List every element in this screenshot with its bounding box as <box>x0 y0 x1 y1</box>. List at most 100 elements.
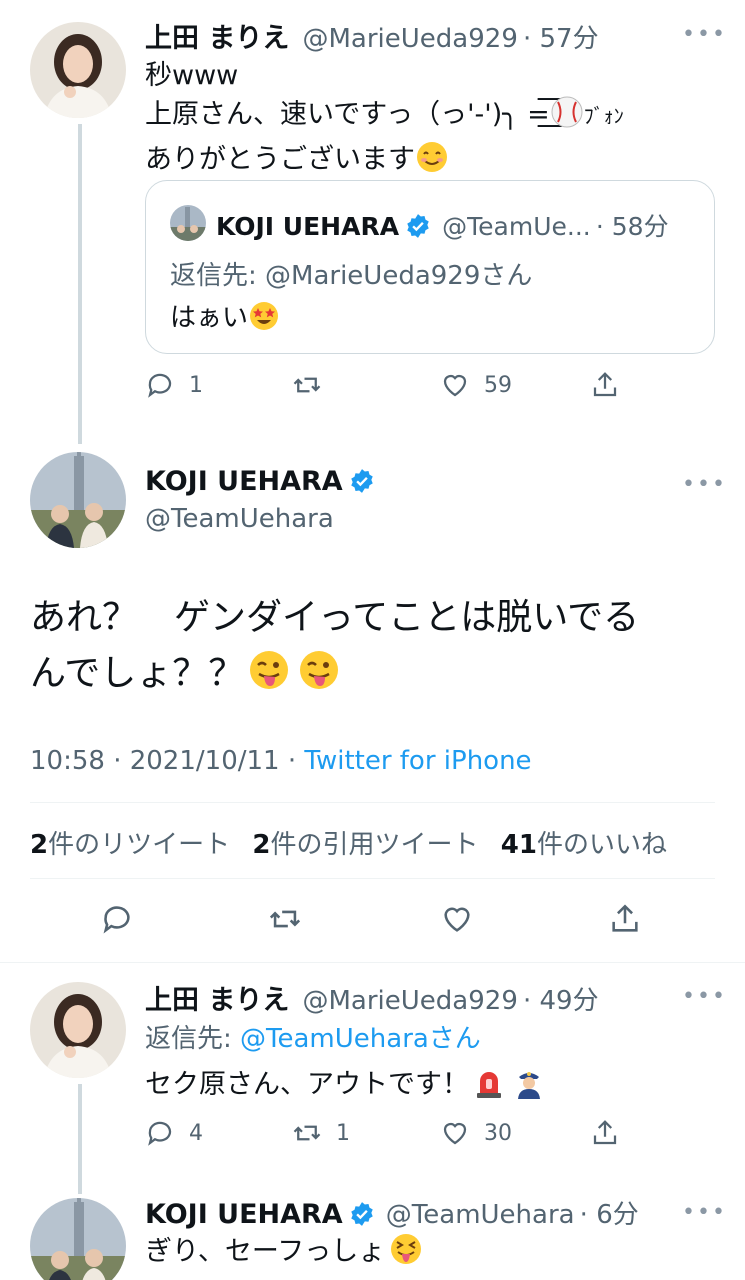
reply-icon <box>148 373 172 398</box>
main-author-handle[interactable]: @TeamUehara <box>145 504 334 534</box>
more-options-icon[interactable]: ••• <box>682 1200 727 1225</box>
winking-tongue-emoji-icon <box>298 649 340 708</box>
tweet-line: 秒www <box>145 60 239 91</box>
reply-text: セク原さん、アウトです！ <box>145 1069 469 1100</box>
quote-header: KOJI UEHARA @TeamUe... · 58分 <box>216 207 669 243</box>
timestamp-row: 10:58 · 2021/10/11 · Twitter for iPhone <box>30 746 532 776</box>
quote-author-name: KOJI UEHARA <box>216 212 400 241</box>
tweet-line: ありがとうございます <box>145 140 624 185</box>
likes-stat[interactable]: 41件のいいね <box>501 830 667 860</box>
engagement-stats: 2件のリツイート 2件の引用ツイート 41件のいいね <box>30 824 667 861</box>
retweet-button[interactable] <box>292 370 336 400</box>
share-icon <box>593 1120 617 1145</box>
reply-handle-link[interactable]: @TeamUeharaさん <box>240 1024 481 1054</box>
main-tweet-text: あれ？ ゲンダイってことは脱いでる んでしょ？？ <box>30 590 639 708</box>
reply1-header: 上田 まりえ @MarieUeda929 · 49分 <box>145 978 599 1017</box>
author-handle[interactable]: @TeamUehara <box>386 1200 575 1230</box>
author-name[interactable]: 上田 まりえ <box>145 985 289 1016</box>
avatar-koji[interactable] <box>30 1198 126 1280</box>
winking-tongue-emoji-icon <box>248 649 290 708</box>
author-handle[interactable]: @MarieUeda929 <box>303 986 518 1016</box>
heart-icon <box>443 1122 467 1145</box>
thread-line <box>78 124 82 444</box>
like-count: 59 <box>484 372 512 398</box>
main-reply-button[interactable] <box>100 902 134 936</box>
tweet-time[interactable]: · 49分 <box>523 986 599 1016</box>
source-link[interactable]: Twitter for iPhone <box>304 746 531 776</box>
quote-text-content: はぁい <box>170 303 249 333</box>
tweet1-header: 上田 まりえ @MarieUeda929 · 57分 <box>145 16 599 55</box>
reply-handle: @MarieUeda929さん <box>265 261 533 291</box>
retweet-button[interactable]: 1 <box>292 1118 350 1148</box>
tweet-line-tail: ﾌﾞｫﾝ <box>583 104 624 128</box>
reply2-text: ぎり、セーフっしょ <box>145 1232 423 1277</box>
like-count: 30 <box>484 1120 512 1146</box>
reply-to: 返信先: @TeamUeharaさん <box>145 1018 481 1055</box>
more-options-icon[interactable]: ••• <box>682 984 727 1009</box>
heart-icon <box>443 374 467 397</box>
police-officer-icon <box>513 1067 545 1110</box>
reply1-text: セク原さん、アウトです！ <box>145 1066 545 1110</box>
main-line: んでしょ？？ <box>30 646 639 708</box>
retweets-stat[interactable]: 2件のリツイート <box>30 830 230 860</box>
reply2-header: KOJI UEHARA @TeamUehara · 6分 <box>145 1194 639 1231</box>
timestamp[interactable]: 10:58 · 2021/10/11 · <box>30 746 296 776</box>
share-button[interactable] <box>590 370 620 400</box>
reply-count: 4 <box>189 1120 203 1146</box>
quote-author-handle: @TeamUe... <box>442 212 591 241</box>
quoted-tweet[interactable]: KOJI UEHARA @TeamUe... · 58分 返信先: @Marie… <box>145 180 715 354</box>
reply-icon <box>148 1121 172 1146</box>
quote-text: はぁい <box>170 299 280 343</box>
quotes-stat[interactable]: 2件の引用ツイート <box>252 830 478 860</box>
avatar-koji[interactable] <box>30 452 126 548</box>
heart-icon <box>444 907 470 932</box>
baseball-icon <box>550 95 584 140</box>
more-options-icon[interactable]: ••• <box>682 22 727 47</box>
tweet-time[interactable]: · 6分 <box>580 1200 639 1230</box>
verified-badge-icon <box>405 213 431 239</box>
tweet1-text: 秒www 上原さん、速いですっ（っ'-')╮ =͟͟͞͞ ﾌﾞｫﾝ ありがとうござ… <box>145 57 624 185</box>
share-icon <box>593 372 617 397</box>
like-button[interactable]: 59 <box>440 370 512 400</box>
main-retweet-button[interactable] <box>268 902 302 936</box>
author-handle[interactable]: @MarieUeda929 <box>303 24 518 54</box>
reply-text: ぎり、セーフっしょ <box>145 1236 386 1267</box>
tweet-time[interactable]: · 57分 <box>523 24 599 54</box>
share-button[interactable] <box>590 1118 620 1148</box>
main-author[interactable]: KOJI UEHARA <box>145 466 375 497</box>
retweet-icon <box>293 1125 321 1141</box>
main-line: あれ？ ゲンダイってことは脱いでる <box>30 597 640 638</box>
divider <box>0 962 745 963</box>
reply-label: 返信先: <box>170 261 257 291</box>
squinting-tongue-emoji-icon <box>389 1232 423 1277</box>
tweet-line-text: 上原さん、速いですっ（っ'-')╮ =͟͟͞͞ <box>145 99 550 130</box>
verified-badge-icon <box>349 1201 375 1227</box>
avatar-marie[interactable] <box>30 22 126 118</box>
thread-line <box>78 1084 82 1194</box>
main-line-text: んでしょ？？ <box>30 653 245 694</box>
reply-label: 返信先: <box>145 1024 232 1054</box>
divider <box>30 802 715 803</box>
star-struck-emoji-icon <box>248 300 280 343</box>
main-author-name: KOJI UEHARA <box>145 466 343 497</box>
reply-button[interactable]: 1 <box>145 370 203 400</box>
verified-badge-icon <box>349 468 375 494</box>
more-options-icon[interactable]: ••• <box>682 472 727 497</box>
reply-button[interactable]: 4 <box>145 1118 203 1148</box>
main-share-button[interactable] <box>608 902 642 936</box>
retweet-count: 1 <box>336 1120 350 1146</box>
avatar-marie[interactable] <box>30 982 126 1078</box>
author-name[interactable]: KOJI UEHARA <box>145 1199 343 1230</box>
siren-icon <box>473 1067 505 1110</box>
tweet-line-text: ありがとうございます <box>145 144 415 175</box>
smile-emoji-icon <box>415 140 449 185</box>
main-like-button[interactable] <box>440 902 474 936</box>
quote-time: · 58分 <box>595 212 669 241</box>
reply-icon <box>103 906 130 934</box>
author-name[interactable]: 上田 まりえ <box>145 23 289 54</box>
retweet-icon <box>293 377 321 393</box>
share-icon <box>612 904 638 932</box>
avatar-koji-small <box>170 205 206 241</box>
retweet-icon <box>269 910 301 928</box>
like-button[interactable]: 30 <box>440 1118 512 1148</box>
